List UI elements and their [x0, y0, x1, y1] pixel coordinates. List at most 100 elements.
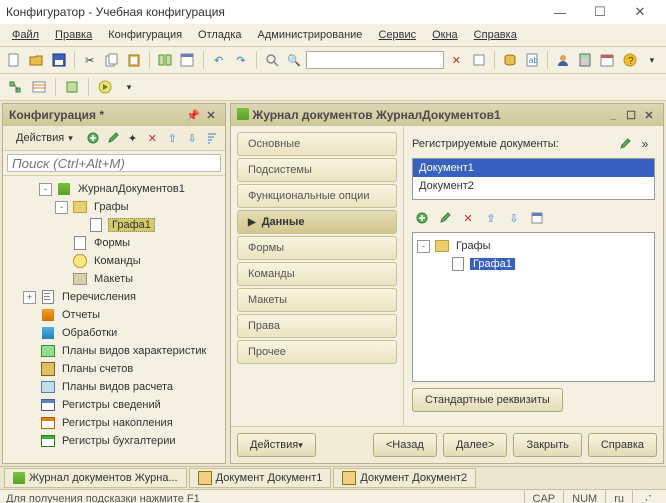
tab-2[interactable]: Функциональные опции — [237, 184, 397, 208]
tab-5[interactable]: Команды — [237, 262, 397, 286]
expand-toggle[interactable]: - — [39, 183, 52, 196]
sort-icon[interactable] — [203, 127, 221, 149]
config-tree[interactable]: -ЖурналДокументов1-ГрафыГрафа1ФормыКоман… — [3, 176, 225, 463]
col-edit-icon[interactable] — [435, 208, 455, 228]
tree-node[interactable]: Планы счетов — [3, 360, 225, 378]
editor-minimize-icon[interactable]: _ — [605, 107, 621, 123]
up-icon[interactable]: ⇧ — [163, 127, 181, 149]
zoom-icon[interactable]: 🔍 — [284, 49, 304, 71]
tree-node[interactable]: -Графы — [413, 237, 654, 255]
syntax-icon[interactable]: ab — [522, 49, 542, 71]
tree-node[interactable]: Графа1 — [3, 216, 225, 234]
menu-debug[interactable]: Отладка — [190, 26, 249, 44]
tree-node[interactable]: Макеты — [3, 270, 225, 288]
tree-node[interactable]: Регистры бухгалтерии — [3, 432, 225, 450]
add-icon[interactable] — [84, 127, 102, 149]
tree-mode-icon[interactable] — [61, 76, 83, 98]
user-icon[interactable] — [553, 49, 573, 71]
documents-listbox[interactable]: Документ1Документ2 — [412, 158, 655, 200]
tree-node[interactable]: Графа1 — [413, 255, 654, 273]
wand-icon[interactable]: ✦ — [124, 127, 142, 149]
undo-icon[interactable]: ↶ — [208, 49, 228, 71]
calendar-icon[interactable] — [597, 49, 617, 71]
save-icon[interactable] — [48, 49, 68, 71]
tree-node[interactable]: Обработки — [3, 324, 225, 342]
run-icon[interactable] — [94, 76, 116, 98]
tree-node[interactable]: +Перечисления — [3, 288, 225, 306]
menu-windows[interactable]: Окна — [424, 26, 466, 44]
expand-toggle[interactable]: - — [55, 201, 68, 214]
calc-icon[interactable] — [575, 49, 595, 71]
down-icon[interactable]: ⇩ — [183, 127, 201, 149]
new-icon[interactable] — [4, 49, 24, 71]
help-icon[interactable]: ? — [620, 49, 640, 71]
editor-maximize-icon[interactable]: ☐ — [623, 107, 639, 123]
expand-toggle[interactable]: + — [23, 291, 36, 304]
window-tab-1[interactable]: Документ Документ1 — [189, 468, 332, 488]
col-add-icon[interactable] — [412, 208, 432, 228]
list-icon[interactable] — [28, 76, 50, 98]
delete-icon[interactable]: ✕ — [143, 127, 161, 149]
expand-icon[interactable]: » — [635, 134, 655, 154]
list-item[interactable]: Документ2 — [413, 177, 654, 195]
pane-close-icon[interactable]: ✕ — [203, 107, 219, 123]
tab-6[interactable]: Макеты — [237, 288, 397, 312]
tree-node[interactable]: Регистры накопления — [3, 414, 225, 432]
editor-close-icon[interactable]: ✕ — [641, 107, 657, 123]
expand-toggle[interactable]: - — [417, 240, 430, 253]
tree-search-input[interactable] — [7, 154, 221, 172]
window-tab-2[interactable]: Документ Документ2 — [333, 468, 476, 488]
help-button[interactable]: Справка — [588, 433, 657, 457]
tab-3[interactable]: ▶Данные — [237, 210, 397, 234]
list-item[interactable]: Документ1 — [413, 159, 654, 177]
search-dropdown-icon[interactable] — [468, 49, 488, 71]
standard-requisites-button[interactable]: Стандартные реквизиты — [412, 388, 563, 412]
maximize-button[interactable]: ☐ — [580, 4, 620, 20]
col-delete-icon[interactable]: ✕ — [458, 208, 478, 228]
back-button[interactable]: <Назад — [373, 433, 437, 457]
tree-node[interactable]: Формы — [3, 234, 225, 252]
tab-0[interactable]: Основные — [237, 132, 397, 156]
next-button[interactable]: Далее> — [443, 433, 508, 457]
toolbar-search[interactable] — [306, 51, 444, 69]
close-form-button[interactable]: Закрыть — [513, 433, 581, 457]
properties-icon[interactable] — [177, 49, 197, 71]
menu-admin[interactable]: Администрирование — [250, 26, 371, 44]
open-icon[interactable] — [26, 49, 46, 71]
tab-7[interactable]: Права — [237, 314, 397, 338]
find-icon[interactable] — [262, 49, 282, 71]
tree-node[interactable]: -Графы — [3, 198, 225, 216]
tree-node[interactable]: Регистры сведений — [3, 396, 225, 414]
tab-8[interactable]: Прочее — [237, 340, 397, 364]
more-icon[interactable]: ▾ — [642, 49, 662, 71]
pin-icon[interactable]: 📌 — [185, 107, 201, 123]
close-button[interactable]: ✕ — [620, 4, 660, 20]
redo-icon[interactable]: ↷ — [231, 49, 251, 71]
tree-node[interactable]: Планы видов расчета — [3, 378, 225, 396]
run-dropdown-icon[interactable]: ▾ — [118, 76, 140, 98]
tree-node[interactable]: Отчеты — [3, 306, 225, 324]
menu-service[interactable]: Сервис — [370, 26, 424, 44]
cut-icon[interactable]: ✂ — [80, 49, 100, 71]
menu-config[interactable]: Конфигурация — [100, 26, 190, 44]
actions-dropdown-button[interactable]: Действия ▾ — [237, 433, 316, 457]
edit-docs-icon[interactable] — [615, 134, 635, 154]
menu-edit[interactable]: Правка — [47, 26, 100, 44]
edit-icon[interactable] — [104, 127, 122, 149]
tab-1[interactable]: Подсистемы — [237, 158, 397, 182]
db-icon[interactable] — [500, 49, 520, 71]
tree-node[interactable]: Планы видов характеристик — [3, 342, 225, 360]
tree-node[interactable]: Команды — [3, 252, 225, 270]
tab-4[interactable]: Формы — [237, 236, 397, 260]
columns-tree[interactable]: -ГрафыГрафа1 — [412, 232, 655, 382]
tree-node[interactable]: -ЖурналДокументов1 — [3, 180, 225, 198]
struct-icon[interactable] — [4, 76, 26, 98]
paste-icon[interactable] — [124, 49, 144, 71]
copy-icon[interactable] — [102, 49, 122, 71]
col-down-icon[interactable]: ⇩ — [504, 208, 524, 228]
actions-button[interactable]: Действия ▾ — [7, 129, 82, 147]
col-props-icon[interactable] — [527, 208, 547, 228]
window-tab-0[interactable]: Журнал документов Журна... — [4, 468, 187, 488]
compare-icon[interactable] — [155, 49, 175, 71]
col-up-icon[interactable]: ⇧ — [481, 208, 501, 228]
